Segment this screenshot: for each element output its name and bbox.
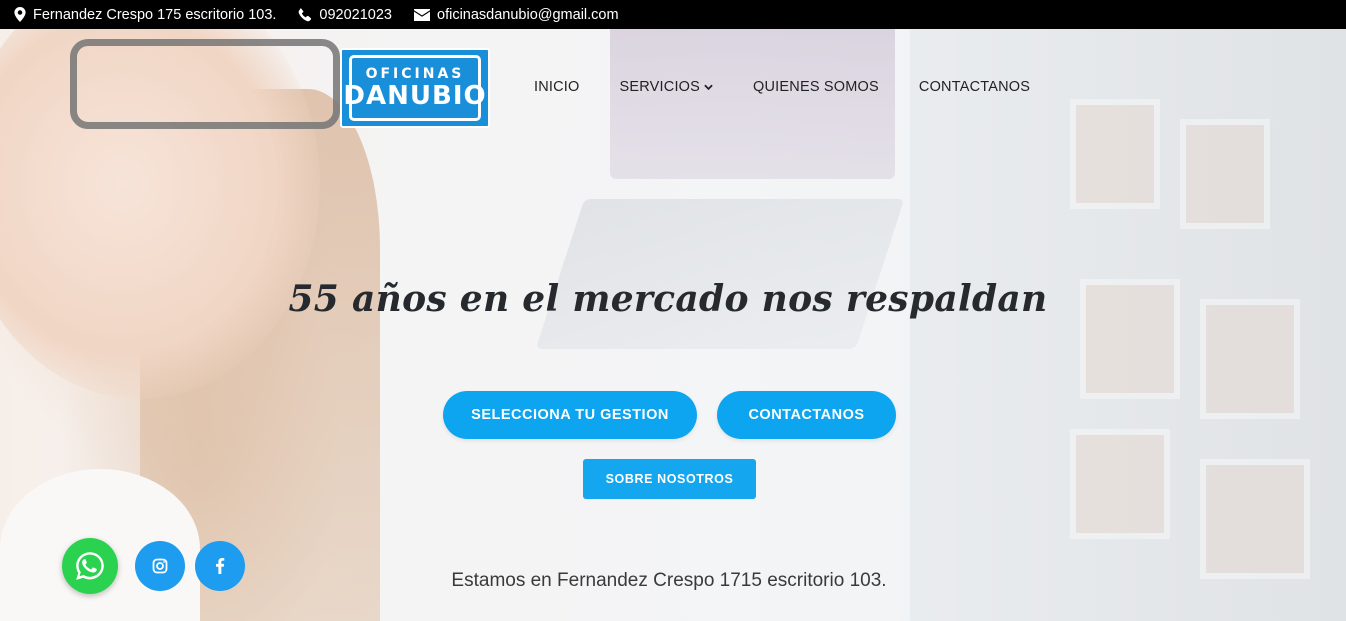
topbar-address: Fernandez Crespo 175 escritorio 103.	[14, 7, 276, 23]
contact-button[interactable]: CONTACTANOS	[717, 391, 896, 439]
topbar-email-text: oficinasdanubio@gmail.com	[437, 6, 619, 23]
background-veil	[0, 29, 1346, 621]
instagram-icon	[152, 558, 168, 574]
hero-background	[0, 29, 1346, 621]
topbar-address-text: Fernandez Crespo 175 escritorio 103.	[33, 6, 277, 23]
select-gestion-button[interactable]: SELECCIONA TU GESTION	[443, 391, 697, 439]
hero-headline: 55 años en el mercado nos respaldan	[288, 278, 1048, 320]
facebook-icon	[216, 558, 225, 574]
topbar-email[interactable]: oficinasdanubio@gmail.com	[414, 7, 619, 23]
logo-text-bottom: DANUBIO	[343, 81, 487, 111]
top-info-bar: Fernandez Crespo 175 escritorio 103. 092…	[0, 0, 1346, 29]
map-marker-icon	[14, 7, 26, 22]
chevron-down-icon	[704, 84, 713, 90]
phone-icon	[299, 7, 312, 21]
facebook-button[interactable]	[195, 541, 245, 591]
nav-item-inicio[interactable]: INICIO	[534, 79, 580, 95]
logo-text-top: OFICINAS	[365, 66, 465, 82]
nav-item-label: SERVICIOS	[619, 79, 701, 95]
envelope-icon	[414, 8, 430, 21]
whatsapp-button[interactable]	[62, 538, 118, 594]
about-us-button[interactable]: SOBRE NOSOTROS	[583, 459, 756, 499]
logo-badge: OFICINAS DANUBIO	[343, 55, 486, 121]
nav-item-servicios[interactable]: SERVICIOS	[620, 79, 714, 95]
site-logo[interactable]: OFICINAS DANUBIO	[340, 48, 490, 128]
nav-item-label: QUIENES SOMOS	[753, 79, 879, 95]
main-nav: INICIO SERVICIOS QUIENES SOMOS CONTACTAN…	[534, 79, 1070, 95]
nav-item-label: CONTACTANOS	[918, 79, 1031, 95]
nav-item-quienes-somos[interactable]: QUIENES SOMOS	[753, 79, 879, 95]
nav-item-label: INICIO	[534, 79, 580, 95]
topbar-phone-text: 092021023	[319, 6, 392, 23]
nav-item-contactanos[interactable]: CONTACTANOS	[919, 79, 1030, 95]
whatsapp-icon	[76, 552, 104, 580]
instagram-button[interactable]	[135, 541, 185, 591]
topbar-phone[interactable]: 092021023	[298, 7, 392, 23]
